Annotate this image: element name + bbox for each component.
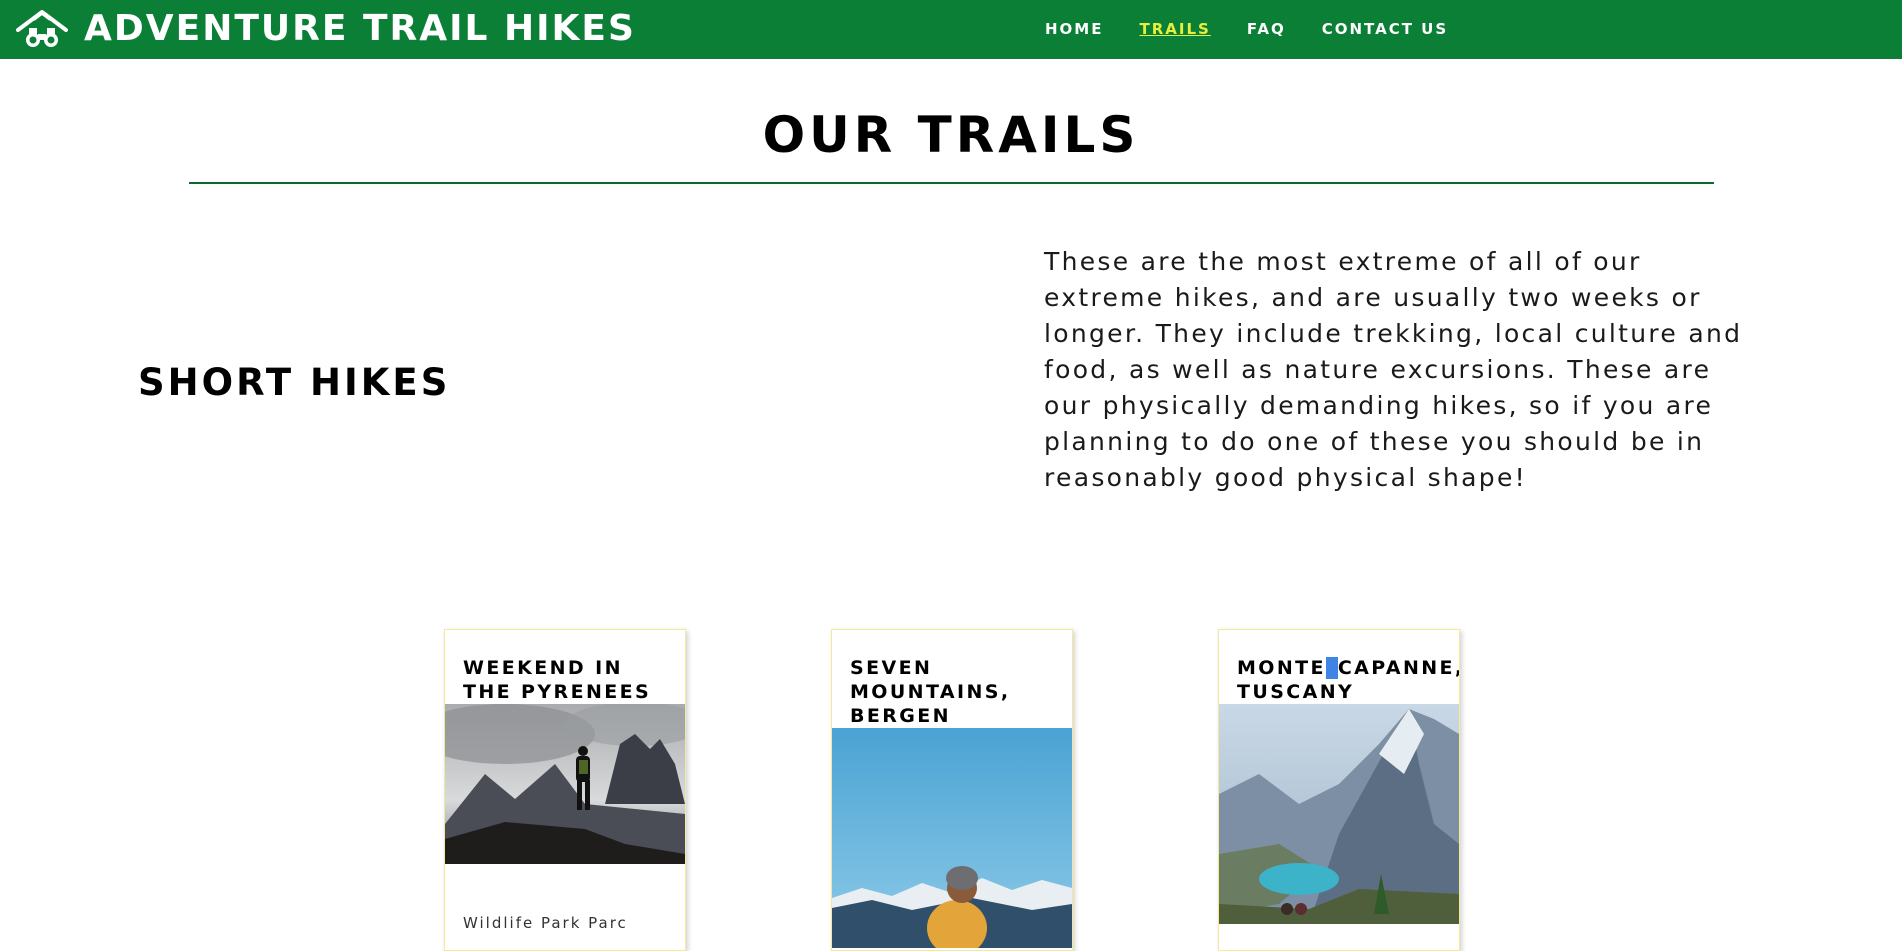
nav-home-link[interactable]: HOME — [1045, 19, 1103, 39]
nav-trails-link[interactable]: TRAILS — [1139, 19, 1210, 39]
card-title-part: MONTE — [1237, 657, 1326, 679]
mountain-lake-valley-photo[interactable] — [1219, 704, 1459, 924]
card-text: Wildlife Park Parc — [463, 914, 628, 932]
nav-faq-link[interactable]: FAQ — [1247, 19, 1286, 39]
hiker-with-beanie-sky-photo[interactable] — [832, 728, 1072, 948]
mountain-binoculars-icon[interactable] — [16, 8, 68, 50]
card-title[interactable]: WEEKEND IN THE PYRENEES — [445, 630, 685, 704]
card-title[interactable]: SEVEN MOUNTAINS, BERGEN — [832, 630, 1072, 728]
nav-contact-link[interactable]: CONTACT US — [1322, 19, 1448, 39]
card-title-part: TUSCANY — [1237, 681, 1355, 703]
site-title[interactable]: ADVENTURE TRAIL HIKES — [84, 6, 636, 52]
title-divider — [189, 182, 1714, 184]
page-title: OUR TRAILS — [762, 106, 1140, 164]
text-selection-highlight: _ — [1325, 657, 1338, 679]
card-title-part: CAPANNE, — [1337, 657, 1460, 679]
hiker-on-cloudy-peak-photo[interactable] — [445, 704, 685, 864]
section-description: These are the most extreme of all of our… — [1044, 247, 1743, 492]
top-navbar: ADVENTURE TRAIL HIKES HOME TRAILS FAQ CO… — [0, 0, 1902, 59]
trail-card-bergen[interactable]: SEVEN MOUNTAINS, BERGEN — [831, 629, 1073, 951]
card-title[interactable]: MONTE_CAPANNE, TUSCANY — [1219, 630, 1459, 704]
trail-card-pyrenees[interactable]: WEEKEND IN THE PYRENEES Wildlife Park Pa… — [444, 629, 686, 951]
main-nav: HOME TRAILS FAQ CONTACT US — [1045, 19, 1484, 39]
trail-card-tuscany[interactable]: MONTE_CAPANNE, TUSCANY — [1218, 629, 1460, 951]
section-heading: SHORT HIKES — [138, 361, 451, 404]
